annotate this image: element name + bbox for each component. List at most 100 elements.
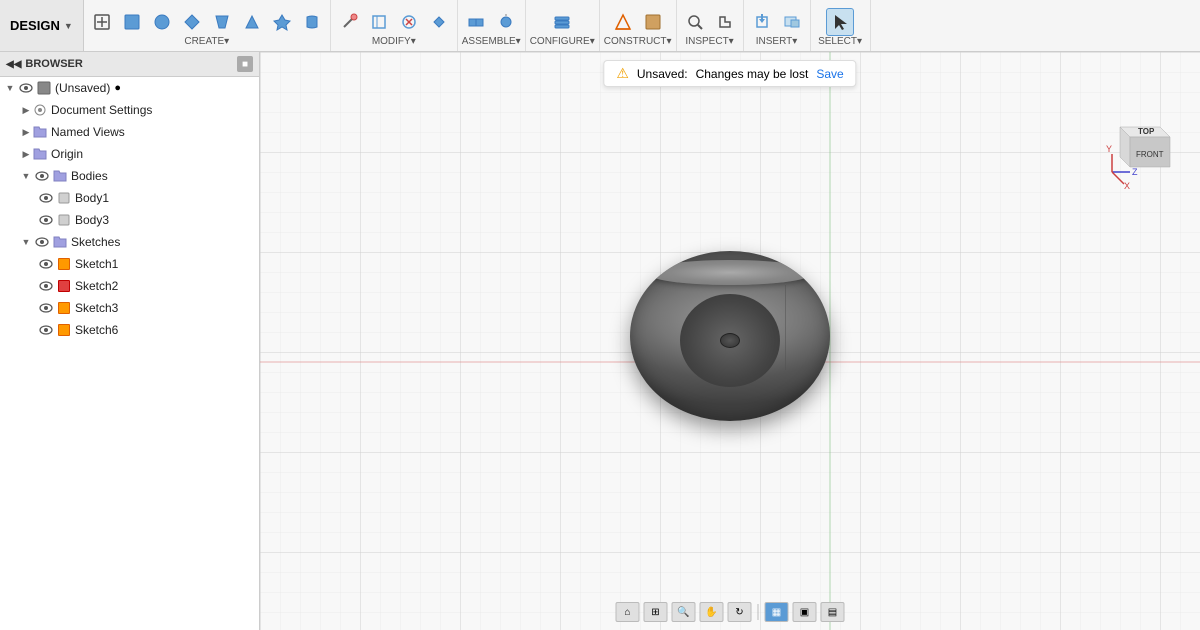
view-btn-orbit[interactable]: ↻: [728, 602, 752, 622]
insert-btn-1[interactable]: [748, 8, 776, 36]
tree-item-sketch6[interactable]: Sketch6: [0, 319, 259, 341]
tree-item-named-views[interactable]: ▶ Named Views: [0, 121, 259, 143]
assemble-btn-1[interactable]: [462, 8, 490, 36]
browser-collapse-arrow[interactable]: ◀◀: [6, 59, 21, 70]
assemble-section: ASSEMBLE▾: [458, 0, 526, 51]
tree-icon-origin: [32, 147, 48, 161]
tree-eye-body1[interactable]: [38, 190, 54, 206]
tree-item-origin[interactable]: ▶ Origin: [0, 143, 259, 165]
tree-eye-sketches[interactable]: [34, 234, 50, 250]
create-btn-5[interactable]: [208, 8, 236, 36]
x-axis-label: X: [1124, 181, 1130, 191]
assemble-label: ASSEMBLE▾: [462, 36, 521, 47]
view-btn-home[interactable]: ⌂: [616, 602, 640, 622]
svg-text:TOP: TOP: [1138, 127, 1155, 136]
browser-title-text: BROWSER: [25, 58, 82, 70]
create-btn-2[interactable]: [118, 8, 146, 36]
tree-label-sketch1: Sketch1: [75, 257, 118, 271]
inspect-label: INSPECT▾: [685, 36, 733, 47]
inspect-section: INSPECT▾: [677, 0, 744, 51]
main-area: ◀◀ BROWSER ■ ▼ (Unsaved) ● ▶: [0, 52, 1200, 630]
modify-btn-1[interactable]: [335, 8, 363, 36]
configure-btn-1[interactable]: [548, 8, 576, 36]
modify-btn-2[interactable]: [365, 8, 393, 36]
save-link[interactable]: Save: [816, 67, 843, 81]
tree-eye-sketch1[interactable]: [38, 256, 54, 272]
tree-arrow-origin: ▶: [20, 148, 32, 160]
browser-panel: ◀◀ BROWSER ■ ▼ (Unsaved) ● ▶: [0, 52, 260, 630]
tree-item-body1[interactable]: Body1: [0, 187, 259, 209]
tree-item-body3[interactable]: Body3: [0, 209, 259, 231]
tree-label-named-views: Named Views: [51, 125, 125, 139]
view-btn-display-2[interactable]: ▣: [793, 602, 817, 622]
tree-eye-sketch2[interactable]: [38, 278, 54, 294]
assemble-btn-2[interactable]: [492, 8, 520, 36]
axis-indicator: TOP FRONT Z Y X: [1100, 112, 1180, 192]
tree-label-sketch2: Sketch2: [75, 279, 118, 293]
modify-btn-3[interactable]: [395, 8, 423, 36]
inspect-btn-2[interactable]: [711, 8, 739, 36]
tree-icon-sketch2: [56, 279, 72, 293]
tree-item-unsaved[interactable]: ▼ (Unsaved) ●: [0, 77, 259, 99]
create-btn-3[interactable]: [148, 8, 176, 36]
view-btn-pan[interactable]: ✋: [700, 602, 724, 622]
tree-eye-sketch3[interactable]: [38, 300, 54, 316]
tree-label-body1: Body1: [75, 191, 109, 205]
configure-section: CONFIGURE▾: [526, 0, 600, 51]
tree-arrow-named-views: ▶: [20, 126, 32, 138]
browser-tree: ▼ (Unsaved) ● ▶ Document Settings: [0, 77, 259, 630]
model-center-circle: [720, 333, 740, 348]
model-top-ring: [646, 260, 814, 286]
tree-item-doc-settings[interactable]: ▶ Document Settings: [0, 99, 259, 121]
tree-eye-unsaved[interactable]: [18, 80, 34, 96]
create-btn-6[interactable]: [238, 8, 266, 36]
tree-eye-body3[interactable]: [38, 212, 54, 228]
inspect-btn-1[interactable]: [681, 8, 709, 36]
tree-icon-body3: [56, 213, 72, 227]
tree-icon-doc-settings: [32, 103, 48, 117]
tree-item-sketches[interactable]: ▼ Sketches: [0, 231, 259, 253]
create-btn-1[interactable]: [88, 8, 116, 36]
model-body: [630, 251, 830, 421]
tree-record-btn[interactable]: ●: [114, 82, 121, 94]
tree-label-sketch3: Sketch3: [75, 301, 118, 315]
create-section: CREATE▾: [84, 0, 331, 51]
construct-btn-1[interactable]: [609, 8, 637, 36]
tree-label-origin: Origin: [51, 147, 83, 161]
warning-icon: ⚠: [616, 65, 629, 82]
tree-eye-sketch6[interactable]: [38, 322, 54, 338]
view-btn-display-3[interactable]: ▤: [821, 602, 845, 622]
tree-item-bodies[interactable]: ▼ Bodies: [0, 165, 259, 187]
tree-icon-body1: [56, 191, 72, 205]
svg-text:FRONT: FRONT: [1136, 150, 1164, 159]
viewport[interactable]: 250 200 150 100 50 0 50 100 150 200 250 …: [260, 52, 1200, 630]
insert-section: INSERT▾: [744, 0, 811, 51]
view-btn-fit[interactable]: ⊞: [644, 602, 668, 622]
create-btn-4[interactable]: [178, 8, 206, 36]
model-side-line: [785, 285, 786, 370]
modify-label: MODIFY▾: [372, 36, 416, 47]
view-btn-display-1[interactable]: ▦: [765, 602, 789, 622]
tree-item-sketch1[interactable]: Sketch1: [0, 253, 259, 275]
construct-label: CONSTRUCT▾: [604, 36, 672, 47]
construct-section: CONSTRUCT▾: [600, 0, 677, 51]
insert-btn-2[interactable]: [778, 8, 806, 36]
modify-btn-4[interactable]: [425, 8, 453, 36]
construct-btn-2[interactable]: [639, 8, 667, 36]
tree-label-sketch6: Sketch6: [75, 323, 118, 337]
tree-label-body3: Body3: [75, 213, 109, 227]
select-btn-1[interactable]: [826, 8, 854, 36]
tree-label-bodies: Bodies: [71, 169, 108, 183]
3d-model-container: [630, 251, 830, 431]
tree-arrow-sketches: ▼: [20, 236, 32, 248]
tree-item-sketch3[interactable]: Sketch3: [0, 297, 259, 319]
browser-close-btn[interactable]: ■: [237, 56, 253, 72]
create-btn-7[interactable]: [268, 8, 296, 36]
tree-eye-bodies[interactable]: [34, 168, 50, 184]
toolbar-divider: [758, 604, 759, 620]
tree-item-sketch2[interactable]: Sketch2: [0, 275, 259, 297]
create-btn-8[interactable]: [298, 8, 326, 36]
view-btn-zoom[interactable]: 🔍: [672, 602, 696, 622]
design-menu[interactable]: DESIGN ▼: [0, 0, 84, 51]
design-dropdown-arrow: ▼: [64, 21, 73, 31]
